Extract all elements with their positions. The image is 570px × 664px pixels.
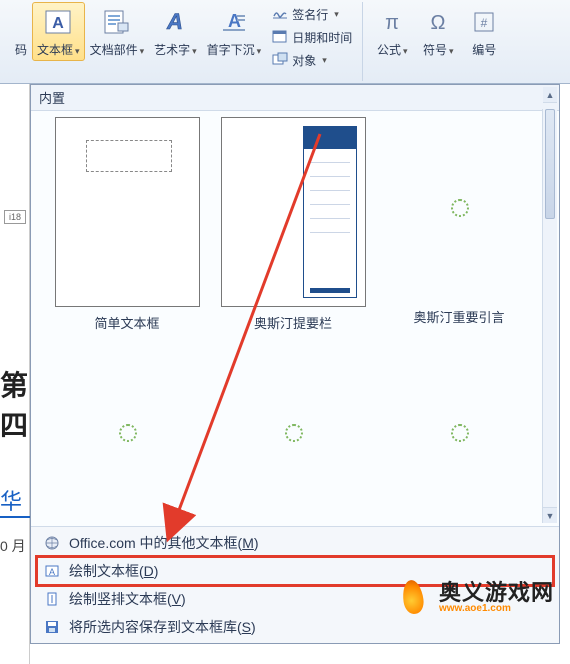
thumb-austin-sidebar (221, 117, 366, 307)
chevron-down-icon: ▾ (449, 46, 454, 56)
signature-icon (272, 6, 288, 23)
wordart-icon: A (160, 5, 190, 39)
office-com-more-textboxes[interactable]: Office.com 中的其他文本框(M) (37, 529, 553, 557)
equation-label: 公式 (377, 43, 401, 57)
wordart-button[interactable]: A 艺术字▾ (149, 2, 202, 61)
loading-spinner-icon (117, 422, 137, 442)
gallery-item-traditional-sidebar[interactable]: 传统型提要栏 (379, 342, 539, 526)
ribbon-small-column: 签名行 ▾ 日期和时间 对象 ▾ (266, 2, 356, 71)
scroll-up-arrow[interactable]: ▲ (543, 87, 557, 103)
gallery-item-austin-quote[interactable]: 奥斯汀重要引言 (379, 117, 539, 332)
number-button[interactable]: # 编号 (461, 2, 507, 61)
scrollbar-thumb[interactable] (545, 109, 555, 219)
date-time-label: 日期和时间 (292, 29, 352, 46)
number-icon: # (469, 5, 499, 39)
gallery-item-label: 奥斯汀重要引言 (413, 307, 504, 326)
draw-vertical-textbox-icon (43, 590, 61, 608)
signature-line-button[interactable]: 签名行 ▾ (268, 4, 356, 25)
symbol-label: 符号 (423, 43, 447, 57)
document-left-strip: i18 第四 华 0 月 (0, 84, 30, 664)
object-label: 对象 (292, 52, 316, 69)
gallery-scrollbar[interactable]: ▲ ▼ (542, 109, 557, 523)
svg-text:π: π (385, 12, 399, 34)
save-selection-to-gallery[interactable]: 将所选内容保存到文本框库(S) (37, 613, 553, 641)
ribbon-group-text: 码 A 文本框▾ 文档部件▾ (4, 2, 363, 81)
doc-blue-fragment: 华 (0, 484, 30, 518)
equation-icon: π (377, 5, 407, 39)
svg-text:A: A (49, 567, 55, 577)
gallery-header-label: 内置 (39, 88, 65, 107)
gallery-item-austin-sidebar[interactable]: 奥斯汀提要栏 (213, 117, 373, 332)
code-indicator: 码 (10, 2, 32, 61)
object-button[interactable]: 对象 ▾ (268, 50, 356, 71)
draw-text-box[interactable]: A 绘制文本框(D) (37, 557, 553, 585)
symbol-button[interactable]: Ω 符号▾ (415, 2, 461, 61)
save-selection-icon (43, 618, 61, 636)
row-marker: i18 (4, 210, 26, 224)
gallery-grid: 简单文本框 奥斯汀提要栏 奥斯汀重要引言 (47, 117, 547, 526)
quick-parts-label: 文档部件 (90, 43, 138, 57)
ribbon: 码 A 文本框▾ 文档部件▾ (0, 0, 570, 84)
drop-cap-button[interactable]: A 首字下沉▾ (202, 2, 267, 61)
gallery-scroll-area: 简单文本框 奥斯汀提要栏 奥斯汀重要引言 (31, 111, 559, 526)
gallery-footer-menu: Office.com 中的其他文本框(M) A 绘制文本框(D) 绘制竖排文本框… (31, 526, 559, 643)
text-box-button[interactable]: A 文本框▾ (32, 2, 85, 61)
chevron-down-icon: ▾ (140, 46, 145, 56)
draw-textbox-icon: A (43, 562, 61, 580)
equation-button[interactable]: π 公式▾ (369, 2, 415, 61)
code-label: 码 (15, 41, 27, 58)
save-selection-label: 将所选内容保存到文本框库(S) (69, 617, 256, 637)
signature-line-label: 签名行 (292, 6, 328, 23)
ribbon-group-symbols: π 公式▾ Ω 符号▾ # 编号 (363, 2, 513, 81)
chevron-down-icon: ▾ (192, 46, 197, 56)
office-icon (43, 534, 61, 552)
date-time-button[interactable]: 日期和时间 (268, 27, 356, 48)
drop-cap-icon: A (219, 5, 249, 39)
draw-vertical-textbox-label: 绘制竖排文本框(V) (69, 589, 186, 609)
thumb-simple-textbox (55, 117, 200, 307)
wordart-label: 艺术字 (154, 43, 190, 57)
loading-spinner-icon (283, 422, 303, 442)
doc-date-fragment: 0 月 (0, 536, 30, 556)
quick-parts-icon (102, 5, 132, 39)
draw-textbox-label: 绘制文本框(D) (69, 561, 158, 581)
scroll-down-arrow[interactable]: ▼ (543, 507, 557, 523)
gallery-item-label: 简单文本框 (94, 313, 159, 332)
doc-heading-fragment: 第四 (0, 364, 30, 444)
chevron-down-icon: ▾ (257, 46, 262, 56)
symbol-icon: Ω (423, 5, 453, 39)
svg-text:A: A (166, 9, 183, 34)
svg-text:#: # (481, 16, 488, 30)
text-box-label: 文本框 (37, 43, 73, 57)
quick-parts-button[interactable]: 文档部件▾ (85, 2, 150, 61)
text-box-icon: A (44, 5, 72, 39)
gallery-header: 内置 ▴ (31, 85, 559, 111)
date-time-icon (272, 29, 288, 46)
svg-text:Ω: Ω (431, 12, 446, 34)
draw-vertical-text-box[interactable]: 绘制竖排文本框(V) (37, 585, 553, 613)
gallery-item-border-sidebar[interactable]: 边线型提要栏 (47, 342, 207, 526)
loading-spinner-icon (449, 422, 469, 442)
svg-text:A: A (53, 15, 65, 32)
chevron-down-icon: ▾ (334, 9, 339, 20)
document-fragment: 第四 华 0 月 (0, 364, 30, 556)
gallery-item-border-quote[interactable]: 边线型引述 (213, 342, 373, 526)
gallery-item-simple-textbox[interactable]: 简单文本框 (47, 117, 207, 332)
drop-cap-label: 首字下沉 (207, 43, 255, 57)
chevron-down-icon: ▾ (322, 55, 327, 66)
gallery-item-label: 奥斯汀提要栏 (254, 313, 332, 332)
office-com-label: Office.com 中的其他文本框(M) (69, 533, 259, 553)
object-icon (272, 52, 288, 69)
number-label: 编号 (472, 41, 496, 58)
textbox-gallery-panel: 内置 ▴ 简单文本框 奥斯汀提要栏 (30, 84, 560, 644)
loading-spinner-icon (449, 197, 469, 217)
chevron-down-icon: ▾ (75, 46, 80, 56)
chevron-down-icon: ▾ (403, 46, 408, 56)
